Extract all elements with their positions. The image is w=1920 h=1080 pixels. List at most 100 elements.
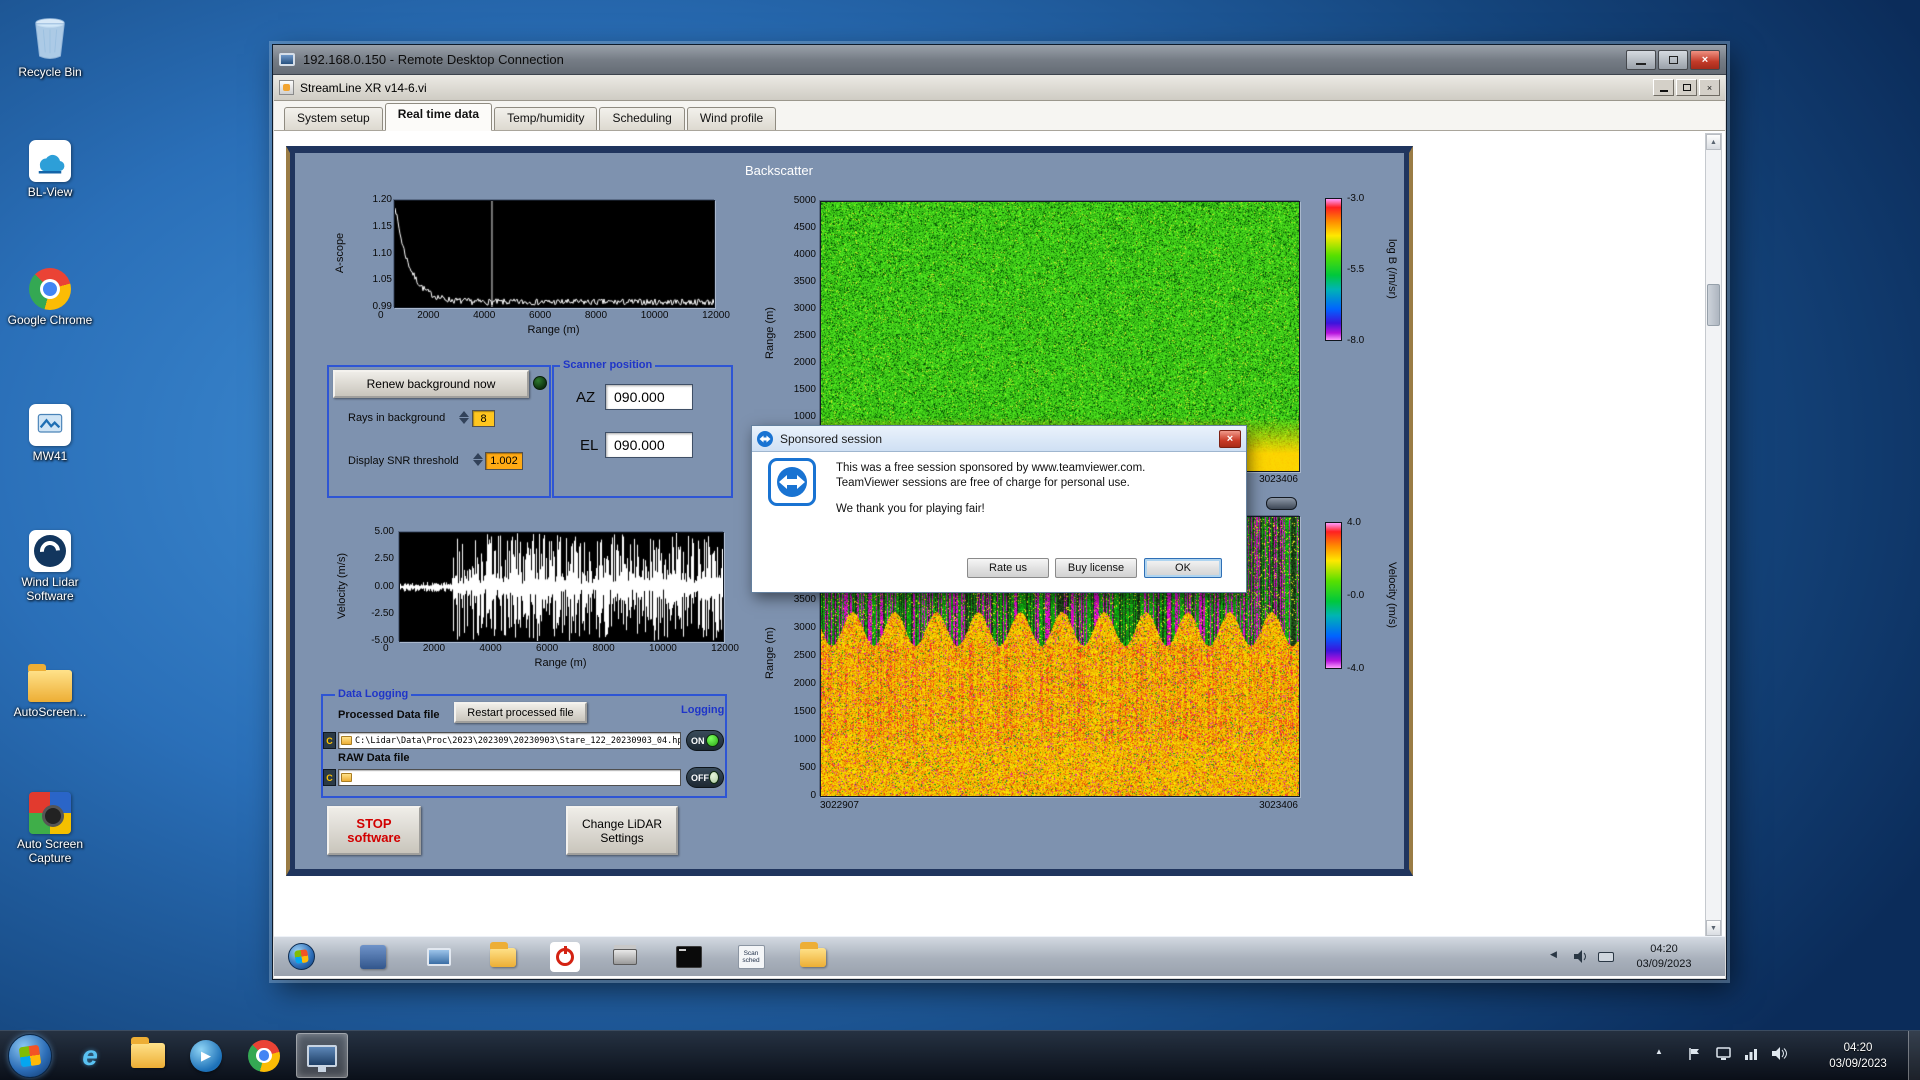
rays-spinner[interactable] xyxy=(458,411,469,424)
windows-flag-icon xyxy=(18,1044,42,1068)
tick-label: 500 xyxy=(799,762,816,773)
tray-show-hidden-icons[interactable]: ▲ xyxy=(1655,1047,1663,1056)
tick-label: 2000 xyxy=(793,678,816,689)
tab-scheduling[interactable]: Scheduling xyxy=(599,107,685,130)
tab-wind-profile[interactable]: Wind profile xyxy=(686,107,777,130)
scroll-up-arrow[interactable]: ▲ xyxy=(1706,134,1721,150)
remote-taskbar-cmd[interactable] xyxy=(674,942,704,972)
app-titlebar[interactable]: StreamLine XR v14-6.vi × xyxy=(274,75,1725,101)
taskbar-remote-desktop[interactable] xyxy=(296,1033,348,1078)
tab-temp-humidity[interactable]: Temp/humidity xyxy=(494,107,598,130)
velocity-colorbar-ticks: 4.0 -0.0 -4.0 xyxy=(1347,517,1364,674)
app-restore-button[interactable] xyxy=(1676,79,1697,96)
ok-button[interactable]: OK xyxy=(1144,558,1222,578)
rdp-minimize-button[interactable] xyxy=(1626,49,1656,70)
processed-path-field[interactable]: C:\Lidar\Data\Proc\2023\202309\20230903\… xyxy=(338,732,681,749)
auto-screen-capture-icon xyxy=(4,782,96,834)
taskbar-windows-explorer[interactable] xyxy=(122,1033,174,1078)
start-button[interactable] xyxy=(8,1034,52,1078)
tray-network-icon[interactable] xyxy=(1744,1047,1758,1063)
restart-processed-file-button[interactable]: Restart processed file xyxy=(454,702,587,723)
remote-volume-icon[interactable] xyxy=(1574,950,1588,968)
rate-us-button[interactable]: Rate us xyxy=(967,558,1049,578)
rdp-close-button[interactable]: × xyxy=(1690,49,1720,70)
el-value-field[interactable]: 090.000 xyxy=(605,432,693,458)
scroll-down-arrow[interactable]: ▼ xyxy=(1706,920,1721,936)
windows-flag-icon xyxy=(294,949,309,964)
stop-software-button[interactable]: STOP software xyxy=(327,806,421,855)
remote-taskbar-explorer[interactable] xyxy=(798,941,828,972)
tick-label: -8.0 xyxy=(1347,335,1365,346)
buy-license-button[interactable]: Buy license xyxy=(1055,558,1137,578)
processed-logging-toggle[interactable]: ON xyxy=(686,730,724,751)
tray-volume-icon[interactable] xyxy=(1772,1047,1787,1063)
change-lidar-settings-button[interactable]: Change LiDAR Settings xyxy=(566,806,678,855)
bl-view-icon xyxy=(4,130,96,182)
taskbar-media-player[interactable]: ▶ xyxy=(180,1033,232,1078)
app-minimize-button[interactable] xyxy=(1653,79,1674,96)
snr-value-field[interactable]: 1.002 xyxy=(485,452,523,470)
taskbar-internet-explorer[interactable]: e xyxy=(64,1033,116,1078)
ascope-plot[interactable] xyxy=(394,200,715,308)
browse-folder-icon[interactable] xyxy=(341,773,352,782)
desktop-icon-autoscreen[interactable]: AutoScreen... xyxy=(4,650,96,719)
desktop-icon-recycle-bin[interactable]: Recycle Bin xyxy=(4,10,96,79)
taskbar-chrome[interactable] xyxy=(238,1033,290,1078)
rays-value-field[interactable]: 8 xyxy=(472,410,495,427)
tick-label: 10000 xyxy=(640,310,669,321)
remote-start-button[interactable] xyxy=(288,943,315,970)
tick-label: 0 xyxy=(383,643,389,654)
raw-data-file-label: RAW Data file xyxy=(338,752,410,764)
raw-path-field[interactable] xyxy=(338,769,681,786)
heatmap-bottom-x-left: 3022907 xyxy=(820,800,859,811)
teamviewer-logo xyxy=(768,458,816,506)
dialog-close-button[interactable]: × xyxy=(1219,429,1241,448)
teamviewer-dialog: Sponsored session × This was a free sess… xyxy=(751,425,1247,593)
remote-taskbar-scan-sched[interactable]: Scan sched xyxy=(736,942,766,972)
renew-background-button[interactable]: Renew background now xyxy=(333,370,529,398)
remote-taskbar-printer[interactable] xyxy=(610,942,640,972)
tick-label: 1500 xyxy=(793,384,816,395)
tick-label: 6000 xyxy=(535,643,559,654)
snr-spinner[interactable] xyxy=(472,453,483,466)
desktop-icon-google-chrome[interactable]: Google Chrome xyxy=(4,258,96,327)
host-taskbar: e ▶ ▲ 04:20 03/09/2023 xyxy=(0,1030,1920,1080)
clock-date: 03/09/2023 xyxy=(1829,1058,1887,1070)
tab-system-setup[interactable]: System setup xyxy=(284,107,383,130)
tick-label: 8000 xyxy=(592,643,615,654)
remote-keyboard-icon[interactable] xyxy=(1598,952,1614,962)
heatmap-top-ylabel: Range (m) xyxy=(764,307,776,359)
desktop-icon-bl-view[interactable]: BL-View xyxy=(4,130,96,199)
system-clock[interactable]: 04:20 03/09/2023 xyxy=(1812,1040,1904,1072)
app-close-button[interactable]: × xyxy=(1699,79,1720,96)
remote-taskbar-documents[interactable] xyxy=(488,941,518,972)
browse-folder-icon[interactable] xyxy=(341,736,352,745)
tab-real-time-data[interactable]: Real time data xyxy=(384,103,493,131)
desktop-icon-mw41[interactable]: MW41 xyxy=(4,394,96,463)
remote-taskbar-control-panel[interactable] xyxy=(358,942,388,972)
tray-display-icon[interactable] xyxy=(1716,1047,1731,1063)
tick-label: 5000 xyxy=(793,195,816,206)
show-desktop-button[interactable] xyxy=(1908,1031,1920,1080)
scroll-thumb[interactable] xyxy=(1707,284,1720,326)
teamviewer-dialog-titlebar[interactable]: Sponsored session × xyxy=(752,426,1246,452)
remote-taskbar-power-app[interactable] xyxy=(550,942,580,972)
vertical-scrollbar[interactable]: ▲ ▼ xyxy=(1705,133,1722,937)
raw-logging-toggle[interactable]: OFF xyxy=(686,767,724,788)
rdp-restore-button[interactable] xyxy=(1658,49,1688,70)
desktop-icon-label: AutoScreen... xyxy=(13,705,87,719)
az-value-field[interactable]: 090.000 xyxy=(605,384,693,410)
velocity-colorbar xyxy=(1325,522,1342,669)
desktop-icon-wind-lidar[interactable]: Wind Lidar Software xyxy=(4,520,96,603)
tick-label: 12000 xyxy=(711,643,739,654)
mw41-icon xyxy=(4,394,96,446)
rdp-titlebar[interactable]: 192.168.0.150 - Remote Desktop Connectio… xyxy=(273,45,1726,75)
remote-clock[interactable]: 04:20 03/09/2023 xyxy=(1626,942,1702,972)
velocity-plot[interactable] xyxy=(399,532,724,642)
desktop-icon-auto-screen-capture[interactable]: Auto Screen Capture xyxy=(4,782,96,865)
remote-taskbar-computer[interactable] xyxy=(424,942,454,972)
color-scale-knob[interactable] xyxy=(1266,497,1297,510)
remote-tray-expand-arrow[interactable]: ◀ xyxy=(1550,949,1557,960)
tray-action-center-icon[interactable] xyxy=(1688,1047,1701,1064)
rdp-computer-icon xyxy=(279,53,295,66)
